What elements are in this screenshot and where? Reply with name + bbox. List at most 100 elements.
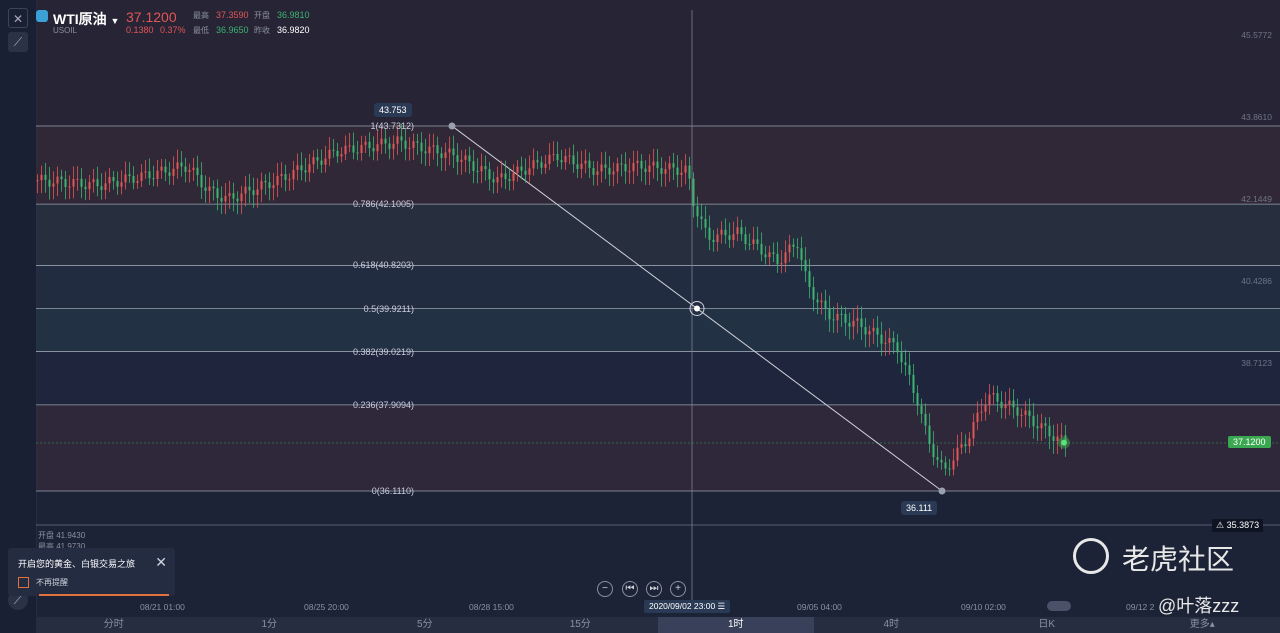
candle-body <box>264 180 267 183</box>
close-icon[interactable]: ✕ <box>155 554 167 571</box>
candle-body <box>232 193 235 199</box>
candle-body <box>524 170 527 175</box>
candle-body <box>836 313 839 321</box>
candle-body <box>1032 415 1035 427</box>
candle-body <box>792 244 795 247</box>
candle-body <box>664 169 667 174</box>
candle-body <box>588 160 591 168</box>
candle-body <box>688 165 691 179</box>
period-tab-15m[interactable]: 15分 <box>503 617 659 633</box>
candle-body <box>152 178 155 180</box>
chart-canvas[interactable]: 45.5772 43.8610 42.1449 40.4286 38.7123 <box>36 0 1280 600</box>
candle-body <box>344 145 347 155</box>
candle-body <box>408 147 411 149</box>
time-axis-label: 09/12 2 <box>1126 602 1155 612</box>
candle-body <box>372 148 375 152</box>
period-tab-1h[interactable]: 1时 <box>658 617 814 633</box>
candle-body <box>596 171 599 175</box>
dont-remind-checkbox[interactable] <box>18 577 29 588</box>
high-label: 最高 <box>193 11 209 20</box>
swing-high-bubble: 43.753 <box>374 103 412 117</box>
candle-body <box>704 218 707 228</box>
candle-body <box>172 168 175 176</box>
skip-forward-icon[interactable]: ⏭ <box>646 581 662 597</box>
candle-body <box>1060 435 1063 437</box>
candle-body <box>1024 410 1027 415</box>
skip-back-icon[interactable]: ⏮ <box>622 581 638 597</box>
time-axis-label: 08/21 01:00 <box>140 602 185 612</box>
tiger-logo-icon <box>1073 538 1109 574</box>
period-tab-5m[interactable]: 5分 <box>347 617 503 633</box>
zoom-in-icon[interactable]: + <box>670 581 686 597</box>
candle-body <box>276 175 279 186</box>
candle-body <box>212 186 215 189</box>
period-tab-more[interactable]: 更多▴ <box>1125 617 1280 633</box>
candle-body <box>392 143 395 149</box>
candle-body <box>928 425 931 445</box>
price-axis-label: 38.7123 <box>1241 358 1272 368</box>
candle-body <box>872 327 875 332</box>
candle-body <box>200 175 203 188</box>
candle-body <box>624 164 627 172</box>
candle-body <box>680 172 683 175</box>
candle-body <box>684 165 687 173</box>
candle-body <box>744 234 747 244</box>
candle-body <box>116 181 119 187</box>
candle-body <box>984 405 987 412</box>
close-icon[interactable]: ✕ <box>8 8 28 28</box>
candle-body <box>360 144 363 154</box>
candle-body <box>140 172 143 182</box>
candle-body <box>772 252 775 254</box>
fib-band <box>36 404 1280 491</box>
candle-body <box>196 167 199 176</box>
candle-body <box>160 166 163 171</box>
watermark-brand: 老虎社区 <box>1122 544 1235 575</box>
candle-body <box>64 179 67 188</box>
candle-body <box>912 374 915 393</box>
fib-midpoint-handle <box>694 305 700 312</box>
candle-body <box>616 163 619 172</box>
period-tab-time-share[interactable]: 分时 <box>36 617 192 633</box>
candle-body <box>832 319 835 321</box>
candle-body <box>56 176 59 184</box>
candle-body <box>740 227 743 235</box>
scroll-toggle[interactable] <box>1047 601 1071 611</box>
swing-low-bubble: 36.111 <box>901 501 938 515</box>
candle-body <box>532 160 535 169</box>
candle-body <box>1004 404 1007 409</box>
candle-body <box>980 411 983 413</box>
fib-label: 0(36.1110) <box>371 486 414 496</box>
draw-tool-icon[interactable]: ⟋ <box>8 32 28 52</box>
candle-body <box>536 160 539 163</box>
candle-body <box>348 145 351 147</box>
chevron-down-icon[interactable]: ▼ <box>111 16 120 26</box>
price-chart[interactable]: 45.5772 43.8610 42.1449 40.4286 38.7123 <box>36 0 1280 600</box>
prev-close-label: 昨收 <box>254 26 270 35</box>
candle-body <box>1028 410 1031 416</box>
candle-body <box>992 393 995 395</box>
candle-body <box>184 166 187 172</box>
quote-header: WTI原油 ▼ USOIL 37.1200 0.1380 0.37% 最高 37… <box>36 0 366 40</box>
period-tab-1m[interactable]: 1分 <box>192 617 348 633</box>
high-value: 37.3590 <box>216 10 249 20</box>
candle-body <box>328 149 331 159</box>
candle-body <box>456 155 459 162</box>
candle-body <box>88 182 91 190</box>
candle-body <box>564 155 567 163</box>
candle-body <box>780 263 783 265</box>
fib-label: 0.382(39.0219) <box>352 346 414 357</box>
candle-body <box>604 164 607 168</box>
period-tab-daily[interactable]: 日K <box>969 617 1125 633</box>
candle-body <box>208 186 211 191</box>
zoom-out-icon[interactable]: − <box>597 581 613 597</box>
candle-body <box>288 179 291 181</box>
candle-body <box>716 234 719 243</box>
fib-band <box>36 265 1280 309</box>
candle-body <box>400 136 403 141</box>
candle-body <box>356 152 359 154</box>
period-tab-4h[interactable]: 4时 <box>814 617 970 633</box>
candle-body <box>1008 400 1011 405</box>
candle-body <box>244 186 247 194</box>
candle-body <box>964 444 967 447</box>
fib-band <box>36 204 1280 266</box>
